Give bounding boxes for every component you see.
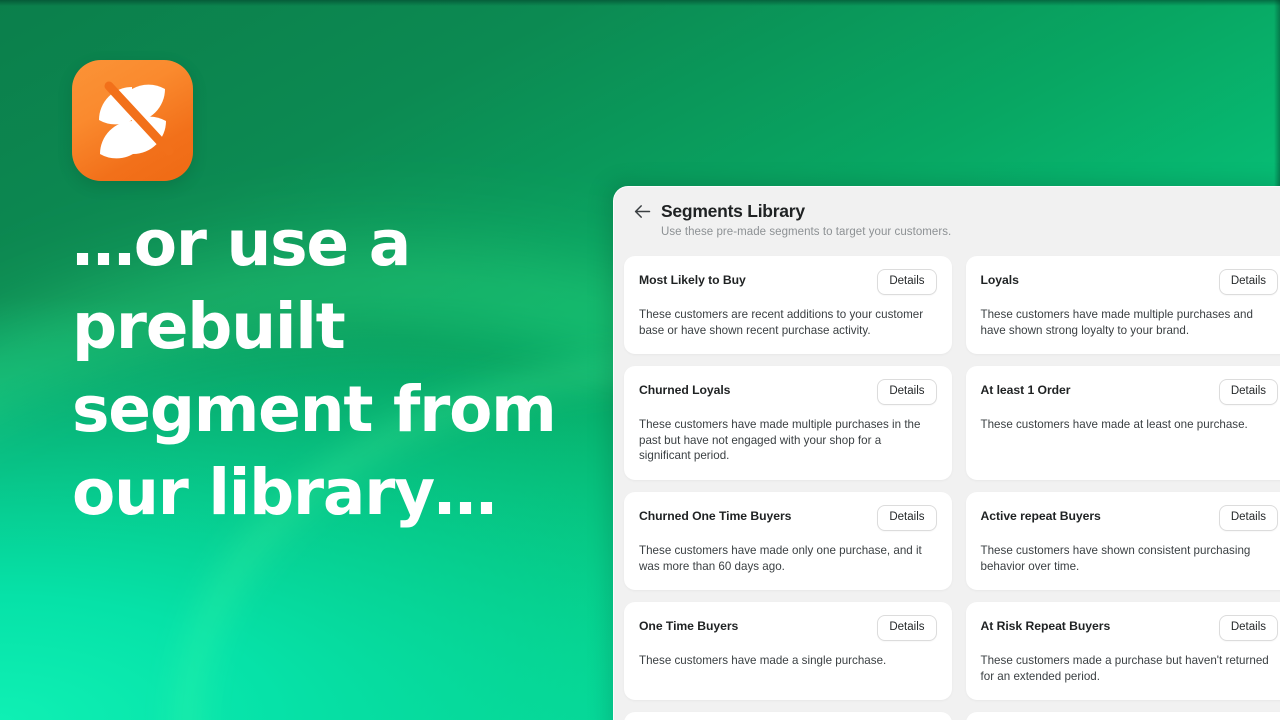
segment-title: Churned Loyals <box>639 383 731 398</box>
details-button[interactable]: Details <box>877 379 937 405</box>
segment-title: Loyals <box>980 273 1019 287</box>
details-button[interactable]: Details <box>877 269 937 295</box>
page-subtitle: Use these pre-made segments to target yo… <box>661 226 952 238</box>
segment-card-header: One Time Buyers Details <box>639 615 937 642</box>
segment-card-header: Most Likely to Buy Details <box>639 269 937 296</box>
segment-title: At Risk Repeat Buyers <box>980 619 1111 634</box>
segment-card-header: At least 1 Order Details <box>980 379 1278 406</box>
segment-title: Most Likely to Buy <box>639 273 746 287</box>
segment-description: These customers have made at least one p… <box>980 418 1248 432</box>
details-button[interactable]: Details <box>877 504 937 531</box>
segment-card[interactable]: Loyals Details These customers have made… <box>965 256 1280 355</box>
segment-description: These customers have made multiple purch… <box>980 308 1253 337</box>
segment-card[interactable]: Churned One Time Buyers Details These cu… <box>624 491 952 591</box>
segment-card[interactable]: One Time Buyers Details These customers … <box>624 602 952 701</box>
panel-header: Segments Library Use these pre-made segm… <box>614 187 1280 250</box>
segment-description: These customers have made only one purch… <box>639 543 922 573</box>
segment-card[interactable]: Active repeat Buyers Details These custo… <box>965 491 1280 591</box>
segment-card-header: Active repeat Buyers Details <box>980 504 1278 532</box>
segment-card[interactable]: Churned Loyals Details These customers h… <box>624 366 952 480</box>
segment-card-header: At Risk Repeat Buyers Details <box>980 615 1278 642</box>
segment-description: These customers have made multiple purch… <box>639 418 921 463</box>
segments-grid: Most Likely to Buy Details These custome… <box>614 256 1280 720</box>
segment-description: These customers have made a single purch… <box>639 654 887 668</box>
segment-card[interactable]: Churned Customers Details These customer… <box>965 712 1280 720</box>
segment-title: Churned One Time Buyers <box>639 508 792 523</box>
segment-title: One Time Buyers <box>639 619 739 634</box>
app-logo-mark-icon <box>99 81 174 159</box>
page-title: Segments Library <box>661 201 805 221</box>
segment-card-header: Loyals Details <box>980 269 1278 296</box>
details-button[interactable]: Details <box>1218 615 1278 641</box>
app-logo <box>72 60 193 181</box>
details-button[interactable]: Details <box>1218 504 1278 531</box>
details-button[interactable]: Details <box>877 615 937 641</box>
segment-card[interactable]: At Risk Repeat Buyers Details These cust… <box>965 602 1280 701</box>
segment-card-header: Churned One Time Buyers Details <box>639 504 937 532</box>
panel-title-row: Segments Library <box>634 201 1280 222</box>
details-button[interactable]: Details <box>1218 379 1278 405</box>
screenshot-root: …or use a prebuilt segment from our libr… <box>0 0 1280 720</box>
segment-card[interactable]: At least 1 Order Details These customers… <box>965 366 1280 480</box>
arrow-left-icon[interactable] <box>634 203 651 220</box>
segment-card[interactable]: Most Likely to Buy Details These custome… <box>624 256 952 355</box>
segment-description: These customers are recent additions to … <box>639 308 924 337</box>
segment-title: At least 1 Order <box>980 383 1071 398</box>
segment-title: Active repeat Buyers <box>980 508 1101 523</box>
segment-card-header: Churned Loyals Details <box>639 379 937 406</box>
segment-description: These customers have shown consistent pu… <box>980 543 1251 573</box>
details-button[interactable]: Details <box>1218 269 1278 295</box>
page-headline: …or use a prebuilt segment from our libr… <box>72 207 557 529</box>
segment-card[interactable]: At Risk One Time Buyers Details These cu… <box>624 712 952 720</box>
segments-library-panel: Segments Library Use these pre-made segm… <box>613 186 1280 720</box>
segment-description: These customers made a purchase but have… <box>980 654 1269 683</box>
